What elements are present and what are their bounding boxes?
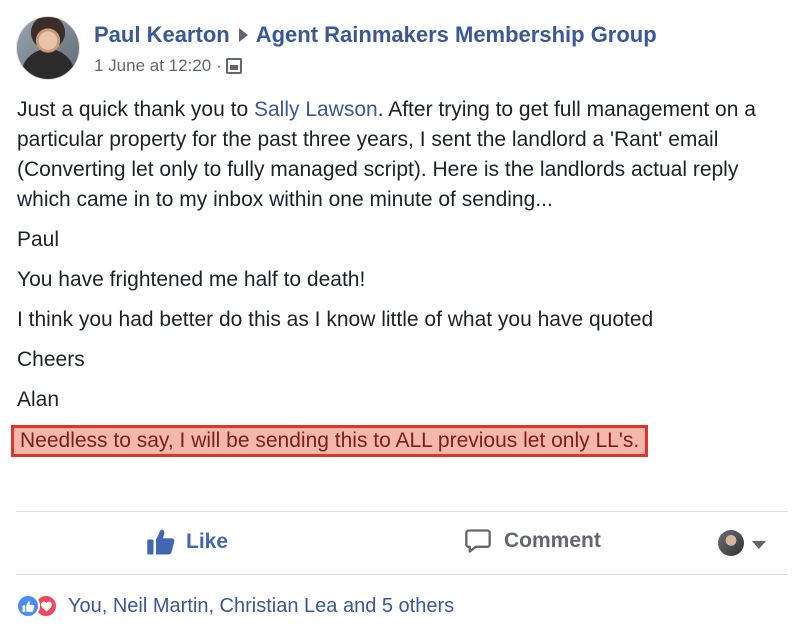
divider <box>16 574 788 575</box>
viewer-avatar[interactable] <box>718 530 744 556</box>
like-button[interactable]: Like <box>146 527 228 557</box>
mention-link[interactable]: Sally Lawson <box>254 98 378 121</box>
author-avatar[interactable] <box>16 16 80 80</box>
meta-separator: · <box>216 56 222 75</box>
reactions-names[interactable]: You, Neil Martin, Christian Lea and 5 ot… <box>68 595 454 618</box>
caret-down-icon[interactable] <box>752 541 766 549</box>
post-paragraph: Alan <box>17 388 60 411</box>
triangle-right-icon <box>238 28 248 42</box>
like-label: Like <box>186 530 229 553</box>
post-paragraph: You have frightened me half to death! <box>17 268 366 291</box>
speech-bubble-icon <box>465 529 491 553</box>
highlighted-paragraph: Needless to say, I will be sending this … <box>11 425 787 457</box>
paragraph-text: Just a quick thank you to <box>17 98 254 121</box>
post-header: Paul Kearton Agent Rainmakers Membership… <box>94 22 657 48</box>
thumbs-up-icon <box>147 529 175 555</box>
group-icon[interactable] <box>225 58 242 74</box>
post-paragraph: Paul <box>17 228 60 251</box>
post-paragraph: Just a quick thank you to Sally Lawson. … <box>17 95 787 215</box>
highlight-box: Needless to say, I will be sending this … <box>11 425 649 457</box>
reactions-summary[interactable]: You, Neil Martin, Christian Lea and 5 ot… <box>16 594 454 618</box>
divider <box>16 511 788 512</box>
author-name-link[interactable]: Paul Kearton <box>94 22 230 48</box>
like-reaction-icon <box>16 594 40 618</box>
post-meta: 1 June at 12:20 · <box>94 56 242 76</box>
post-paragraph: Cheers <box>17 348 85 371</box>
facebook-post: Paul Kearton Agent Rainmakers Membership… <box>0 0 804 640</box>
post-timestamp[interactable]: 1 June at 12:20 <box>94 56 211 76</box>
comment-button[interactable]: Comment <box>464 527 601 555</box>
post-body: Just a quick thank you to Sally Lawson. … <box>11 95 787 467</box>
comment-label: Comment <box>504 529 601 552</box>
post-paragraph: I think you had better do this as I know… <box>17 308 654 331</box>
group-name-link[interactable]: Agent Rainmakers Membership Group <box>256 22 657 48</box>
